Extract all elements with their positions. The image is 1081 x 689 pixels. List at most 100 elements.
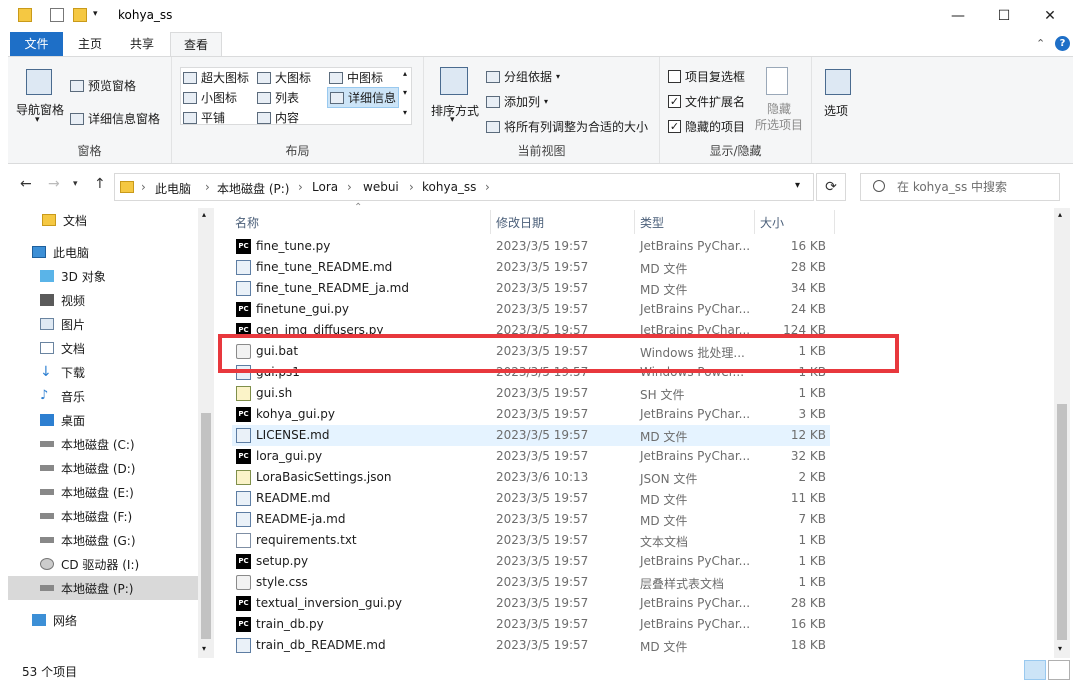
file-row[interactable]: PC train_db.py 2023/3/5 19:57 JetBrains … <box>232 614 830 635</box>
close-button[interactable]: ✕ <box>1027 0 1073 32</box>
file-row[interactable]: PC finetune_gui.py 2023/3/5 19:57 JetBra… <box>232 299 830 320</box>
preview-pane-button[interactable]: 预览窗格 <box>70 77 136 94</box>
column-divider[interactable] <box>754 210 755 234</box>
layout-extra-large-icons[interactable]: 超大图标 <box>183 69 249 86</box>
item-checkboxes-checkbox[interactable] <box>668 70 681 83</box>
quick-access-dropdown-icon[interactable]: ▾ <box>93 9 98 19</box>
refresh-button[interactable]: ⟳ <box>816 173 846 201</box>
details-view-icon[interactable] <box>1024 660 1046 680</box>
sort-by-icon[interactable] <box>440 67 468 95</box>
navigation-pane-button[interactable]: 导航窗格 <box>16 101 64 118</box>
nav-item-network[interactable]: 网络 <box>8 608 198 632</box>
file-row[interactable]: PC lora_gui.py 2023/3/5 19:57 JetBrains … <box>232 446 830 467</box>
layout-tiles[interactable]: 平铺 <box>183 109 225 126</box>
scroll-up-icon[interactable]: ▴ <box>202 210 206 219</box>
group-by-button[interactable]: 分组依据 ▾ <box>486 68 560 85</box>
address-history-dropdown-icon[interactable]: ▾ <box>795 180 800 191</box>
column-divider[interactable] <box>834 210 835 234</box>
nav-item-drive-e[interactable]: 本地磁盘 (E:) <box>8 480 198 504</box>
up-arrow-icon[interactable]: ↑ <box>94 176 106 192</box>
scroll-up-icon[interactable]: ▴ <box>1058 210 1062 219</box>
file-extensions-checkbox[interactable]: ✓ <box>668 95 681 108</box>
column-divider[interactable] <box>634 210 635 234</box>
layout-content[interactable]: 内容 <box>257 109 299 126</box>
sort-by-dropdown-icon[interactable]: ▾ <box>450 115 455 125</box>
layout-medium-icons[interactable]: 中图标 <box>329 69 383 86</box>
options-icon[interactable] <box>825 69 851 95</box>
layout-list[interactable]: 列表 <box>257 89 299 106</box>
forward-arrow-icon[interactable]: → <box>48 176 60 192</box>
layout-scroll-up-icon[interactable]: ▴ <box>403 69 407 78</box>
large-icons-view-icon[interactable] <box>1048 660 1070 680</box>
column-header-size[interactable]: 大小 <box>760 214 784 231</box>
column-header-date[interactable]: 修改日期 <box>496 214 544 231</box>
nav-item-drive-g[interactable]: 本地磁盘 (G:) <box>8 528 198 552</box>
navigation-pane-icon[interactable] <box>26 69 52 95</box>
nav-item-this-pc[interactable]: 此电脑 <box>8 240 198 264</box>
new-folder-icon[interactable] <box>73 8 87 22</box>
file-list-scrollbar[interactable]: ▴ ▾ <box>1054 208 1070 658</box>
maximize-button[interactable]: ☐ <box>981 0 1027 32</box>
column-divider[interactable] <box>490 210 491 234</box>
options-button[interactable]: 选项 <box>824 102 848 119</box>
tab-view[interactable]: 查看 <box>170 32 222 57</box>
nav-item-music[interactable]: ♪ 音乐 <box>8 384 198 408</box>
file-row[interactable]: train_db_README.md 2023/3/5 19:57 MD 文件 … <box>232 635 830 656</box>
layout-details[interactable]: 详细信息 <box>327 87 400 108</box>
scroll-down-icon[interactable]: ▾ <box>202 644 206 653</box>
nav-item-3d-objects[interactable]: 3D 对象 <box>8 264 198 288</box>
back-arrow-icon[interactable]: ← <box>20 176 32 192</box>
file-row[interactable]: style.css 2023/3/5 19:57 层叠样式表文档 1 KB <box>232 572 830 593</box>
column-header-type[interactable]: 类型 <box>640 214 664 231</box>
recent-locations-icon[interactable]: ▾ <box>73 179 78 189</box>
file-row[interactable]: LICENSE.md 2023/3/5 19:57 MD 文件 12 KB <box>232 425 830 446</box>
breadcrumb-kohya-ss[interactable]: kohya_ss <box>422 180 476 194</box>
tab-share[interactable]: 共享 <box>120 32 164 56</box>
file-row[interactable]: fine_tune_README.md 2023/3/5 19:57 MD 文件… <box>232 257 830 278</box>
search-input[interactable]: 在 kohya_ss 中搜索 <box>860 173 1060 201</box>
breadcrumb-lora[interactable]: Lora <box>312 180 338 194</box>
column-header-name[interactable]: 名称 <box>235 214 259 231</box>
file-row[interactable]: PC textual_inversion_gui.py 2023/3/5 19:… <box>232 593 830 614</box>
file-list-scrollbar-thumb[interactable] <box>1057 404 1067 640</box>
nav-item-documents-quick[interactable]: 文档 <box>8 208 198 232</box>
properties-icon[interactable] <box>50 8 64 22</box>
file-row[interactable]: gui.sh 2023/3/5 19:57 SH 文件 1 KB <box>232 383 830 404</box>
minimize-button[interactable]: — <box>935 0 981 32</box>
help-icon[interactable]: ? <box>1055 36 1070 51</box>
nav-pane-scrollbar[interactable]: ▴ ▾ <box>198 208 214 658</box>
layout-scroll-down-icon[interactable]: ▾ <box>403 88 407 97</box>
file-row[interactable]: gui.ps1 2023/3/5 19:57 Windows Power... … <box>232 362 830 383</box>
navigation-pane-dropdown-icon[interactable]: ▾ <box>35 115 40 125</box>
nav-item-pictures[interactable]: 图片 <box>8 312 198 336</box>
file-row[interactable]: fine_tune_README_ja.md 2023/3/5 19:57 MD… <box>232 278 830 299</box>
scroll-down-icon[interactable]: ▾ <box>1058 644 1062 653</box>
layout-expand-icon[interactable]: ▾ <box>403 108 407 117</box>
details-pane-button[interactable]: 详细信息窗格 <box>70 110 160 127</box>
tab-home[interactable]: 主页 <box>68 32 112 56</box>
sort-by-button[interactable]: 排序方式 <box>431 102 479 119</box>
collapse-ribbon-icon[interactable]: ⌃ <box>1036 37 1045 50</box>
file-row[interactable]: PC fine_tune.py 2023/3/5 19:57 JetBrains… <box>232 236 830 257</box>
nav-item-documents[interactable]: 文档 <box>8 336 198 360</box>
file-row[interactable]: PC kohya_gui.py 2023/3/5 19:57 JetBrains… <box>232 404 830 425</box>
file-row[interactable]: PC gen_img_diffusers.py 2023/3/5 19:57 J… <box>232 320 830 341</box>
file-row[interactable]: LoraBasicSettings.json 2023/3/6 10:13 JS… <box>232 467 830 488</box>
file-row[interactable]: requirements.txt 2023/3/5 19:57 文本文档 1 K… <box>232 530 830 551</box>
file-row[interactable]: PC setup.py 2023/3/5 19:57 JetBrains PyC… <box>232 551 830 572</box>
hidden-items-option[interactable]: ✓ 隐藏的项目 <box>668 118 745 135</box>
hidden-items-checkbox[interactable]: ✓ <box>668 120 681 133</box>
file-row-gui-bat[interactable]: gui.bat 2023/3/5 19:57 Windows 批处理... 1 … <box>232 341 830 362</box>
nav-item-drive-f[interactable]: 本地磁盘 (F:) <box>8 504 198 528</box>
file-row[interactable]: README-ja.md 2023/3/5 19:57 MD 文件 7 KB <box>232 509 830 530</box>
file-extensions-option[interactable]: ✓ 文件扩展名 <box>668 93 745 110</box>
nav-item-drive-d[interactable]: 本地磁盘 (D:) <box>8 456 198 480</box>
item-checkboxes-option[interactable]: 项目复选框 <box>668 68 745 85</box>
file-row[interactable]: README.md 2023/3/5 19:57 MD 文件 11 KB <box>232 488 830 509</box>
nav-item-downloads[interactable]: ↓ 下载 <box>8 360 198 384</box>
nav-item-drive-p[interactable]: 本地磁盘 (P:) <box>8 576 198 600</box>
nav-item-videos[interactable]: 视频 <box>8 288 198 312</box>
breadcrumb-webui[interactable]: webui <box>363 180 399 194</box>
nav-item-desktop[interactable]: 桌面 <box>8 408 198 432</box>
nav-pane-scrollbar-thumb[interactable] <box>201 413 211 639</box>
